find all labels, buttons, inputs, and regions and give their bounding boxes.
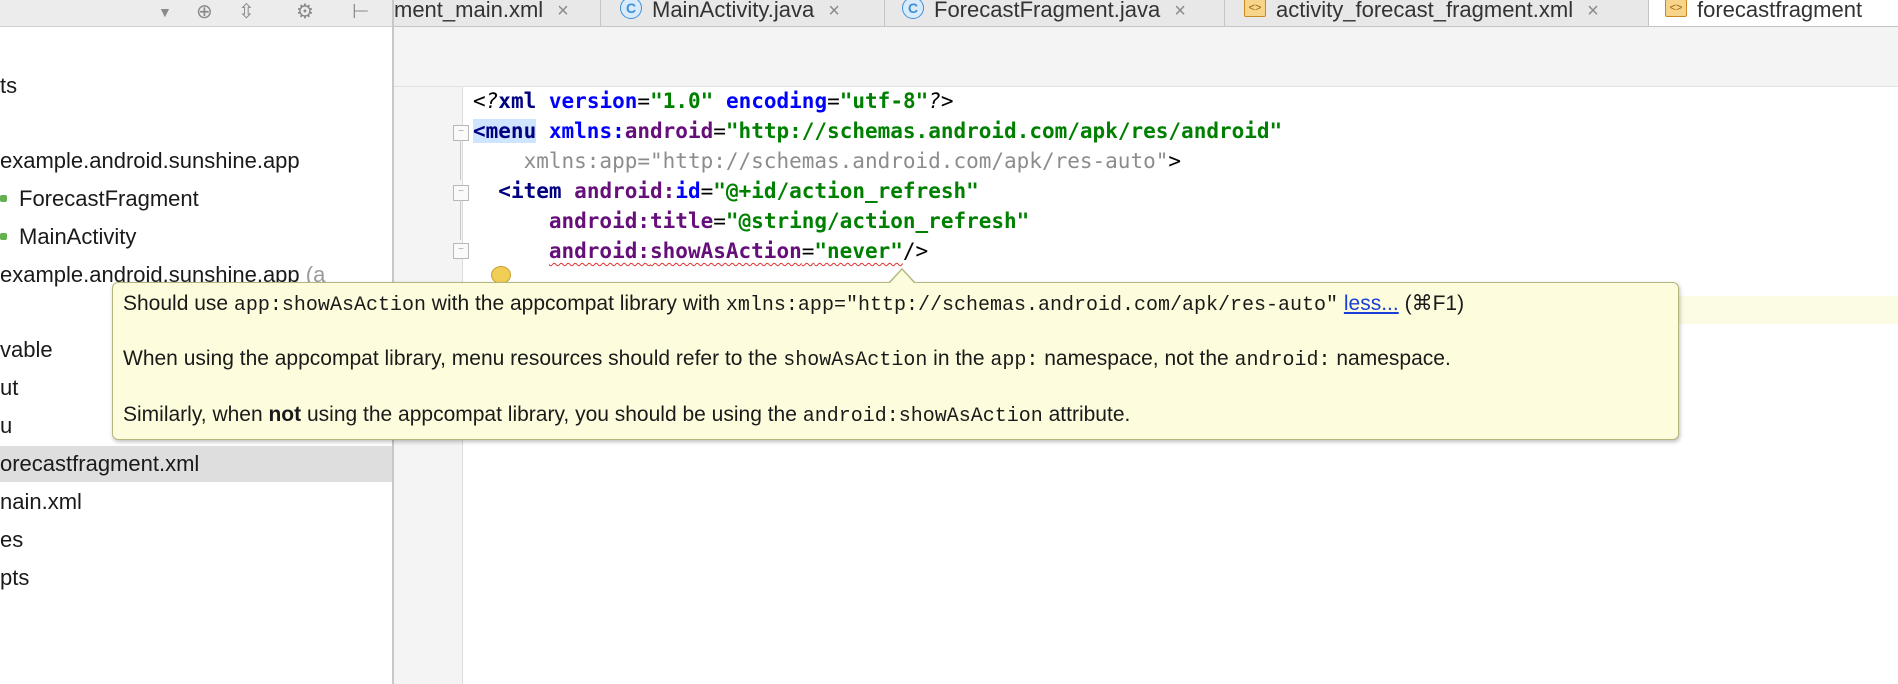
tab-forecastfragment-xml-active[interactable]: <> forecastfragment [1649, 0, 1898, 26]
code-line-4[interactable]: <item android:id="@+id/action_refresh" [473, 176, 979, 206]
tree-item-label: ts [0, 73, 18, 98]
dropdown-arrow-icon[interactable]: ▼ [158, 1, 172, 23]
hide-icon[interactable]: ⊢ [352, 1, 369, 23]
project-toolbar: ▼ ⊕ ⇳ ⚙ ⊢ [0, 0, 392, 27]
tab-main-activity-java[interactable]: C MainActivity.java × [620, 0, 840, 26]
close-icon[interactable]: × [828, 0, 840, 22]
close-icon[interactable]: × [1587, 0, 1599, 22]
tree-item-label: MainActivity [19, 224, 137, 249]
tree-item-label: es [0, 527, 24, 552]
tree-item-label: vable [0, 337, 53, 362]
tree-item-label: ut [0, 375, 19, 400]
tab-fragment-main-xml[interactable]: ment_main.xml × [394, 0, 569, 26]
tab-label: ment_main.xml [394, 0, 544, 22]
editor-breadcrumb-strip [394, 27, 1898, 87]
fold-marker-icon[interactable]: − [453, 125, 469, 141]
gear-icon[interactable]: ⚙ [296, 1, 314, 23]
tab-label: ForecastFragment.java [934, 0, 1161, 22]
lint-warning-tooltip: Should use app:showAsAction with the app… [112, 282, 1679, 440]
code-line-5[interactable]: android:title="@string/action_refresh" [473, 206, 1029, 236]
fold-guide [460, 140, 461, 180]
tab-activity-forecast-fragment-xml[interactable]: <> activity_forecast_fragment.xml × [1244, 0, 1599, 26]
tab-divider [1224, 0, 1225, 26]
tree-item-label: u [0, 413, 13, 438]
fold-marker-icon[interactable]: − [453, 185, 469, 201]
tree-item-label: pts [0, 565, 30, 590]
xml-file-icon: <> [1665, 0, 1687, 18]
target-icon[interactable]: ⊕ [196, 1, 213, 23]
code-line-6[interactable]: android:showAsAction="never"/> [473, 236, 928, 266]
tree-item-file[interactable]: nain.xml [0, 484, 82, 520]
tab-label: forecastfragment [1697, 0, 1863, 22]
collapse-icon[interactable]: ⇳ [238, 1, 255, 23]
close-icon[interactable]: × [1174, 0, 1186, 22]
code-line-2[interactable]: <menu xmlns:android="http://schemas.andr… [473, 116, 1282, 146]
editor-tab-bar: ment_main.xml × C MainActivity.java × C Fore… [394, 0, 1898, 27]
fold-guide [460, 200, 461, 240]
tree-item-package[interactable]: example.android.sunshine.app [0, 143, 300, 179]
less-link[interactable]: less... [1344, 292, 1399, 315]
tree-item-selected-file[interactable]: orecastfragment.xml [0, 446, 392, 482]
java-class-icon: C [902, 0, 924, 20]
tooltip-pointer-inner [890, 270, 914, 283]
tree-item-class[interactable]: MainActivity [0, 219, 136, 255]
tab-forecast-fragment-java[interactable]: C ForecastFragment.java × [902, 0, 1186, 26]
tree-item-folder[interactable]: es [0, 522, 23, 558]
tree-item-label: example.android.sunshine.app [0, 148, 300, 173]
fold-marker-icon[interactable]: − [453, 243, 469, 259]
tab-divider [600, 0, 601, 26]
tree-item-class[interactable]: ForecastFragment [0, 181, 199, 217]
tooltip-line-2: When using the appcompat library, menu r… [123, 347, 1451, 372]
class-icon [0, 233, 7, 241]
tooltip-line-3: Similarly, when not using the appcompat … [123, 403, 1131, 428]
code-line-3[interactable]: xmlns:app="http://schemas.android.com/ap… [473, 146, 1181, 176]
tree-item-label: orecastfragment.xml [0, 451, 200, 476]
tree-item-folder[interactable]: ut [0, 370, 18, 406]
tab-label: activity_forecast_fragment.xml [1276, 0, 1574, 22]
tree-item-label: ForecastFragment [19, 186, 199, 211]
tree-item-folder[interactable]: u [0, 408, 12, 444]
java-class-icon: C [620, 0, 642, 20]
tree-item-folder[interactable]: vable [0, 332, 53, 368]
tree-item[interactable]: ts [0, 68, 17, 104]
close-icon[interactable]: × [557, 0, 569, 22]
code-line-1[interactable]: <?xml version="1.0" encoding="utf-8"?> [473, 86, 954, 116]
xml-file-icon: <> [1244, 0, 1266, 18]
tab-divider [884, 0, 885, 26]
tree-item-label: nain.xml [0, 489, 82, 514]
class-icon [0, 195, 7, 203]
tooltip-line-1: Should use app:showAsAction with the app… [123, 292, 1465, 317]
tab-label: MainActivity.java [652, 0, 815, 22]
tree-item-folder[interactable]: pts [0, 560, 29, 596]
